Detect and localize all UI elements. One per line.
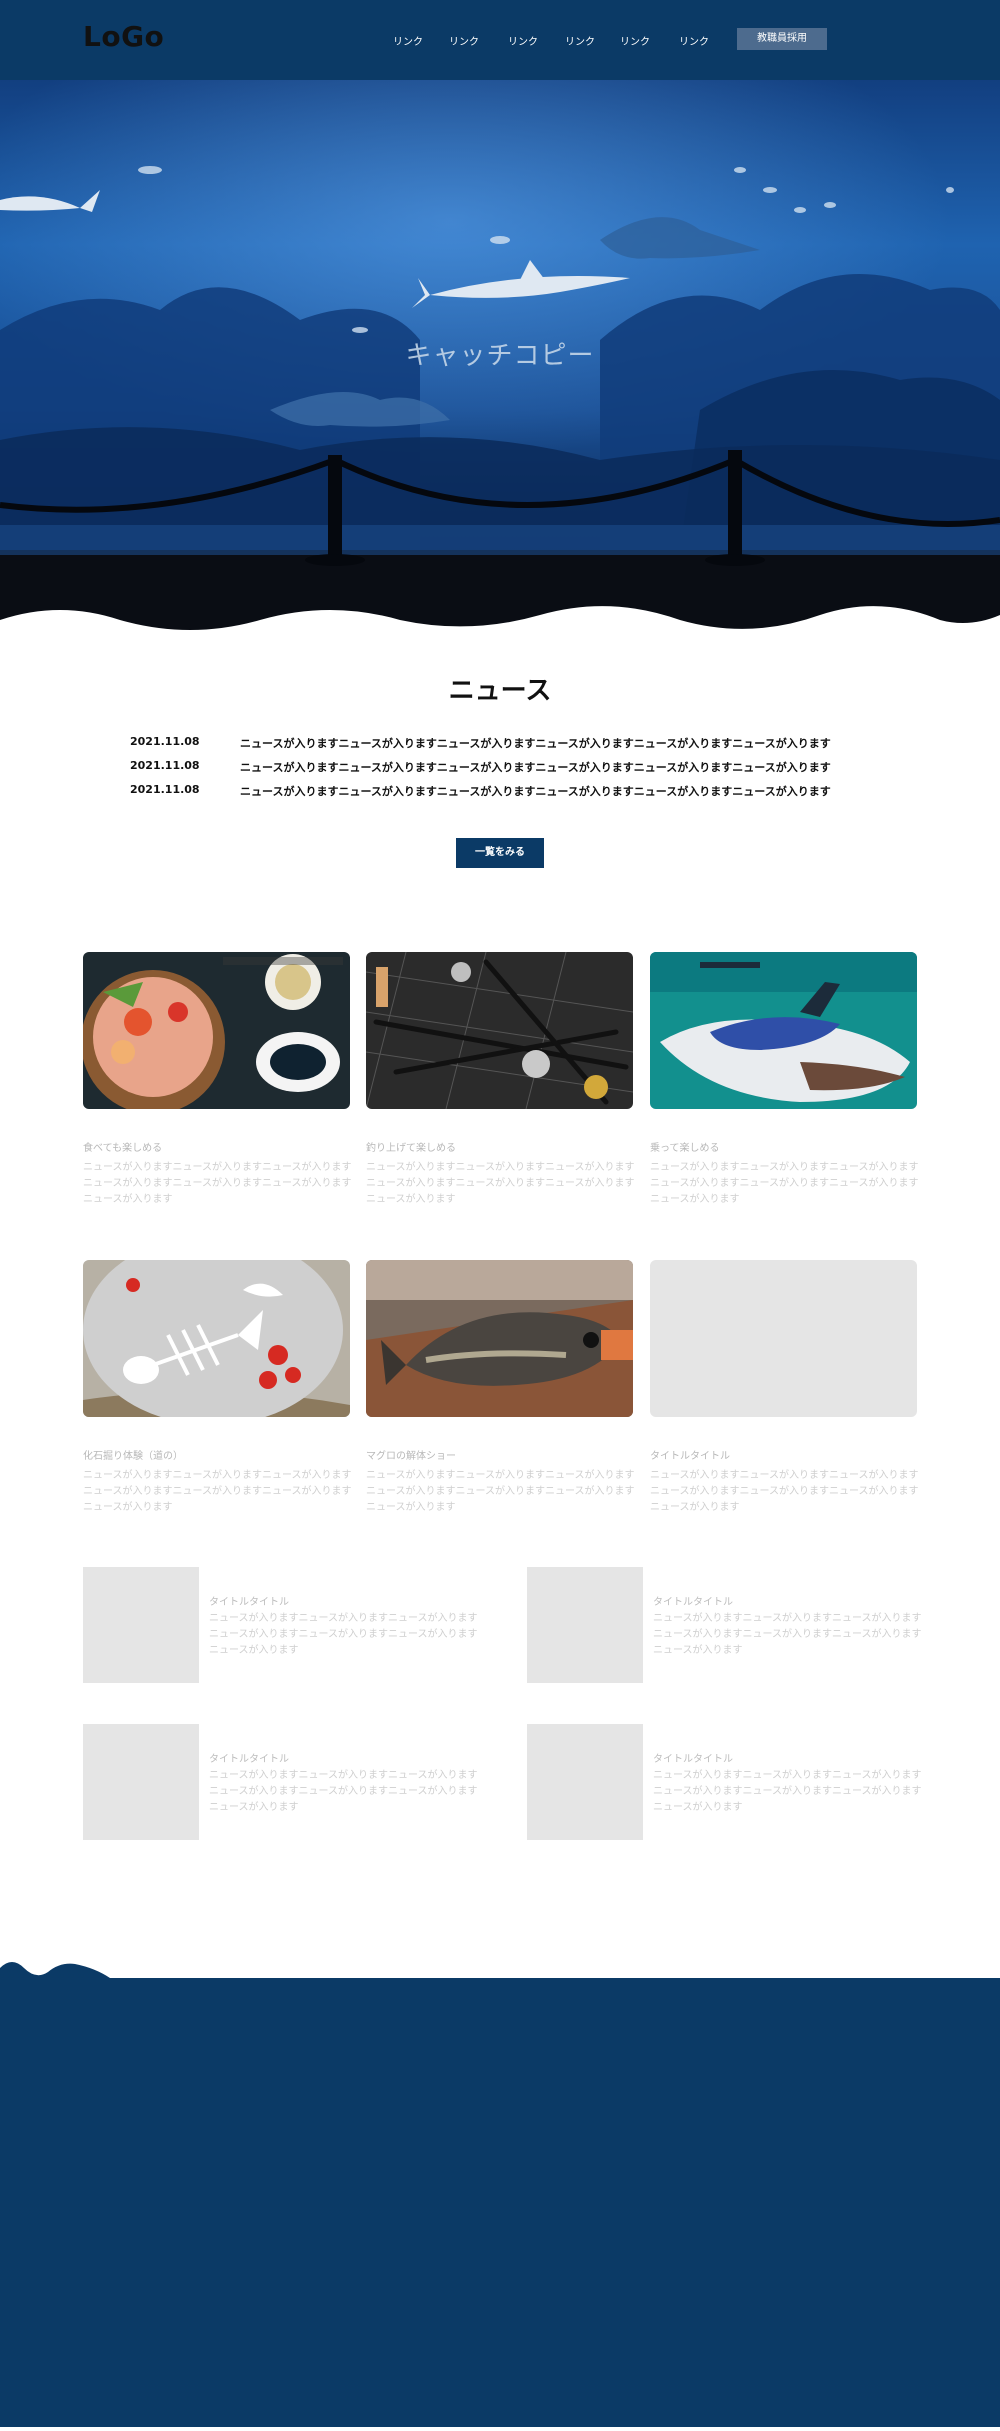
list-item[interactable]: タイトルタイトル ニュースが入りますニュースが入りますニュースが入りますニュース… [83,1567,483,1685]
fishing-rods-photo[interactable] [366,952,633,1109]
card-title: 乗って楽しめる [650,1143,720,1154]
card-body: ニュースが入りますニュースが入りますニュースが入りますニュースが入りますニュース… [83,1470,352,1513]
card-body: ニュースが入りますニュースが入りますニュースが入りますニュースが入りますニュース… [366,1470,635,1513]
global-nav: リンク リンク リンク リンク リンク リンク [0,33,1000,49]
news-text[interactable]: ニュースが入りますニュースが入りますニュースが入りますニュースが入りますニュース… [240,735,831,751]
card-body: ニュースが入りますニュースが入りますニュースが入りますニュースが入りますニュース… [650,1470,919,1513]
image-placeholder[interactable] [83,1724,199,1840]
nav-link-6[interactable]: リンク [679,33,709,48]
nav-link-5[interactable]: リンク [620,33,650,48]
news-heading: ニュース [448,676,552,706]
news-date: 2021.11.08 [130,735,200,748]
item-body: ニュースが入りますニュースが入りますニュースが入りますニュースが入りますニュース… [209,1770,478,1813]
fish-bone-sculpture-photo[interactable] [83,1260,350,1417]
recruit-button[interactable]: 教職員採用 [737,28,827,50]
card-body: ニュースが入りますニュースが入りますニュースが入りますニュースが入りますニュース… [83,1162,352,1205]
item-body: ニュースが入りますニュースが入りますニュースが入りますニュースが入りますニュース… [209,1613,478,1656]
news-item[interactable]: 2021.11.08 ニュースが入りますニュースが入りますニュースが入りますニュ… [130,759,831,783]
feature-card-fossil[interactable]: 化石掘り体験（道の） ニュースが入りますニュースが入りますニュースが入りますニュ… [83,1260,352,1516]
nav-link-2[interactable]: リンク [449,33,479,48]
news-more-button[interactable]: 一覧をみる [456,838,544,868]
card-body: ニュースが入りますニュースが入りますニュースが入りますニュースが入りますニュース… [650,1162,919,1205]
card-title: タイトルタイトル [650,1451,730,1462]
list-item[interactable]: タイトルタイトル ニュースが入りますニュースが入りますニュースが入りますニュース… [83,1724,483,1842]
card-title: 釣り上げて楽しめる [366,1143,456,1154]
news-text[interactable]: ニュースが入りますニュースが入りますニュースが入りますニュースが入りますニュース… [240,783,831,799]
card-title: 化石掘り体験（道の） [83,1451,183,1462]
card-title: マグロの解体ショー [366,1451,456,1462]
news-text[interactable]: ニュースが入りますニュースが入りますニュースが入りますニュースが入りますニュース… [240,759,831,775]
feature-card-jetski[interactable]: 乗って楽しめる ニュースが入りますニュースが入りますニュースが入りますニュースが… [650,952,919,1208]
nav-link-1[interactable]: リンク [393,33,423,48]
item-body: ニュースが入りますニュースが入りますニュースが入りますニュースが入りますニュース… [653,1770,922,1813]
feature-card-placeholder[interactable]: タイトルタイトル ニュースが入りますニュースが入りますニュースが入りますニュース… [650,1260,919,1516]
image-placeholder[interactable] [650,1260,917,1417]
jet-ski-photo[interactable] [650,952,917,1109]
news-list: 2021.11.08 ニュースが入りますニュースが入りますニュースが入りますニュ… [130,735,831,807]
news-date: 2021.11.08 [130,759,200,772]
feature-card-fishing[interactable]: 釣り上げて楽しめる ニュースが入りますニュースが入りますニュースが入りますニュー… [366,952,635,1208]
item-title: タイトルタイトル [653,1597,733,1608]
tuna-photo[interactable] [366,1260,633,1417]
nav-link-4[interactable]: リンク [565,33,595,48]
news-item[interactable]: 2021.11.08 ニュースが入りますニュースが入りますニュースが入りますニュ… [130,735,831,759]
feature-card-tuna[interactable]: マグロの解体ショー ニュースが入りますニュースが入りますニュースが入りますニュー… [366,1260,635,1516]
news-date: 2021.11.08 [130,783,200,796]
item-body: ニュースが入りますニュースが入りますニュースが入りますニュースが入りますニュース… [653,1613,922,1656]
footer-wave-background [0,1962,1000,2427]
hero-section: キャッチコピー [0,80,1000,640]
nav-link-3[interactable]: リンク [508,33,538,48]
item-title: タイトルタイトル [653,1754,733,1765]
news-item[interactable]: 2021.11.08 ニュースが入りますニュースが入りますニュースが入りますニュ… [130,783,831,807]
site-footer [0,1960,1000,2427]
site-header: LoGo リンク リンク リンク リンク リンク リンク 教職員採用 [0,0,1000,80]
item-title: タイトルタイトル [209,1597,289,1608]
card-body: ニュースが入りますニュースが入りますニュースが入りますニュースが入りますニュース… [366,1162,635,1205]
card-title: 食べても楽しめる [83,1143,163,1154]
seafood-bowl-photo[interactable] [83,952,350,1109]
image-placeholder[interactable] [527,1724,643,1840]
list-item[interactable]: タイトルタイトル ニュースが入りますニュースが入りますニュースが入りますニュース… [527,1567,927,1685]
catch-copy: キャッチコピー [405,341,595,371]
feature-card-food[interactable]: 食べても楽しめる ニュースが入りますニュースが入りますニュースが入りますニュース… [83,952,352,1208]
item-title: タイトルタイトル [209,1754,289,1765]
image-placeholder[interactable] [83,1567,199,1683]
image-placeholder[interactable] [527,1567,643,1683]
list-item[interactable]: タイトルタイトル ニュースが入りますニュースが入りますニュースが入りますニュース… [527,1724,927,1842]
